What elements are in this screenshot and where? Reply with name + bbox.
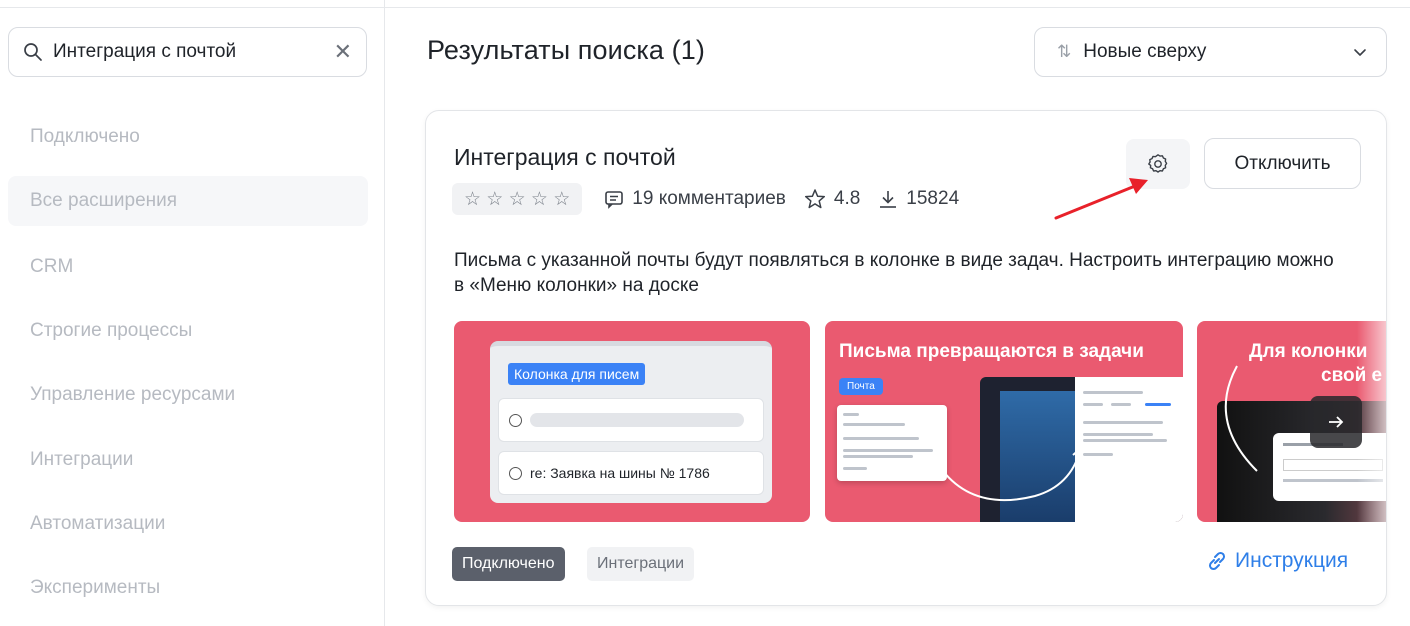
star-icon: [804, 189, 825, 209]
disconnect-button[interactable]: Отключить: [1204, 138, 1361, 189]
instruction-label: Инструкция: [1235, 549, 1349, 572]
extension-card: Интеграция с почтой ☆ ☆ ☆ ☆ ☆ 19 коммент…: [425, 110, 1387, 606]
settings-button[interactable]: [1126, 139, 1190, 189]
rating: 4.8: [804, 188, 860, 210]
chevron-down-icon: [1354, 49, 1366, 56]
task-row-label: re: Заявка на шины № 1786: [530, 465, 710, 481]
comment-icon: [605, 191, 624, 209]
tag-integrations: Интеграции: [587, 547, 695, 581]
sort-label: Новые сверху: [1083, 41, 1207, 62]
sidebar-divider: [384, 0, 385, 626]
gear-icon: [1148, 154, 1168, 173]
sidebar-item-automations[interactable]: Автоматизации: [8, 499, 368, 549]
column-badge: Колонка для писем: [508, 363, 646, 385]
page-title: Результаты поиска (1): [427, 35, 705, 65]
screenshot-slide-2[interactable]: Письма превращаются в задачи Почта: [825, 321, 1183, 522]
screenshot-slide-1[interactable]: Колонка для писем re: Заявка на шины № 1…: [454, 321, 810, 522]
extension-meta: ☆ ☆ ☆ ☆ ☆ 19 комментариев 4.8 15824: [452, 183, 977, 215]
arrow-right-icon: [1329, 416, 1344, 428]
top-border: [0, 0, 1410, 8]
tag-connected: Подключено: [452, 547, 565, 581]
task-row-placeholder: [498, 398, 764, 442]
extension-title[interactable]: Интеграция с почтой: [454, 144, 676, 171]
sidebar-item-connected[interactable]: Подключено: [8, 112, 368, 162]
download-icon: [880, 191, 897, 208]
sidebar-item-all-extensions[interactable]: Все расширения: [8, 176, 368, 226]
downloads: 15824: [878, 188, 959, 210]
instruction-link[interactable]: Инструкция: [1205, 549, 1348, 573]
comments-count[interactable]: 19 комментариев: [604, 188, 786, 210]
rating-value: 4.8: [833, 188, 861, 209]
comments-label: 19 комментариев: [632, 188, 786, 209]
column-preview: Колонка для писем re: Заявка на шины № 1…: [490, 341, 772, 503]
sidebar-item-integrations[interactable]: Интеграции: [8, 435, 368, 485]
task-row: re: Заявка на шины № 1786: [498, 451, 764, 495]
check-icon: [509, 466, 522, 480]
sidebar-item-resource-management[interactable]: Управление ресурсами: [8, 370, 368, 420]
search-input[interactable]: [53, 41, 313, 63]
sidebar-item-experiments[interactable]: Эксперименты: [8, 563, 368, 613]
carousel-next-button[interactable]: [1310, 396, 1362, 448]
link-icon: [1208, 551, 1226, 571]
sidebar-item-strict-processes[interactable]: Строгие процессы: [8, 306, 368, 356]
search-icon: [24, 43, 42, 61]
sidebar-item-crm[interactable]: CRM: [8, 242, 368, 292]
downloads-value: 15824: [906, 188, 960, 209]
sort-icon: ⇅: [1057, 42, 1072, 61]
star-rating-input[interactable]: ☆ ☆ ☆ ☆ ☆: [452, 183, 583, 215]
clear-icon[interactable]: ✕: [334, 41, 352, 63]
sort-dropdown[interactable]: ⇅ Новые сверху: [1034, 27, 1387, 77]
extension-description: Письма с указанной почты будут появлятьс…: [454, 250, 1334, 296]
search-box[interactable]: ✕: [8, 27, 367, 77]
check-icon: [509, 413, 522, 427]
placeholder-bar: [530, 413, 744, 427]
flow-curve: [942, 447, 1084, 502]
